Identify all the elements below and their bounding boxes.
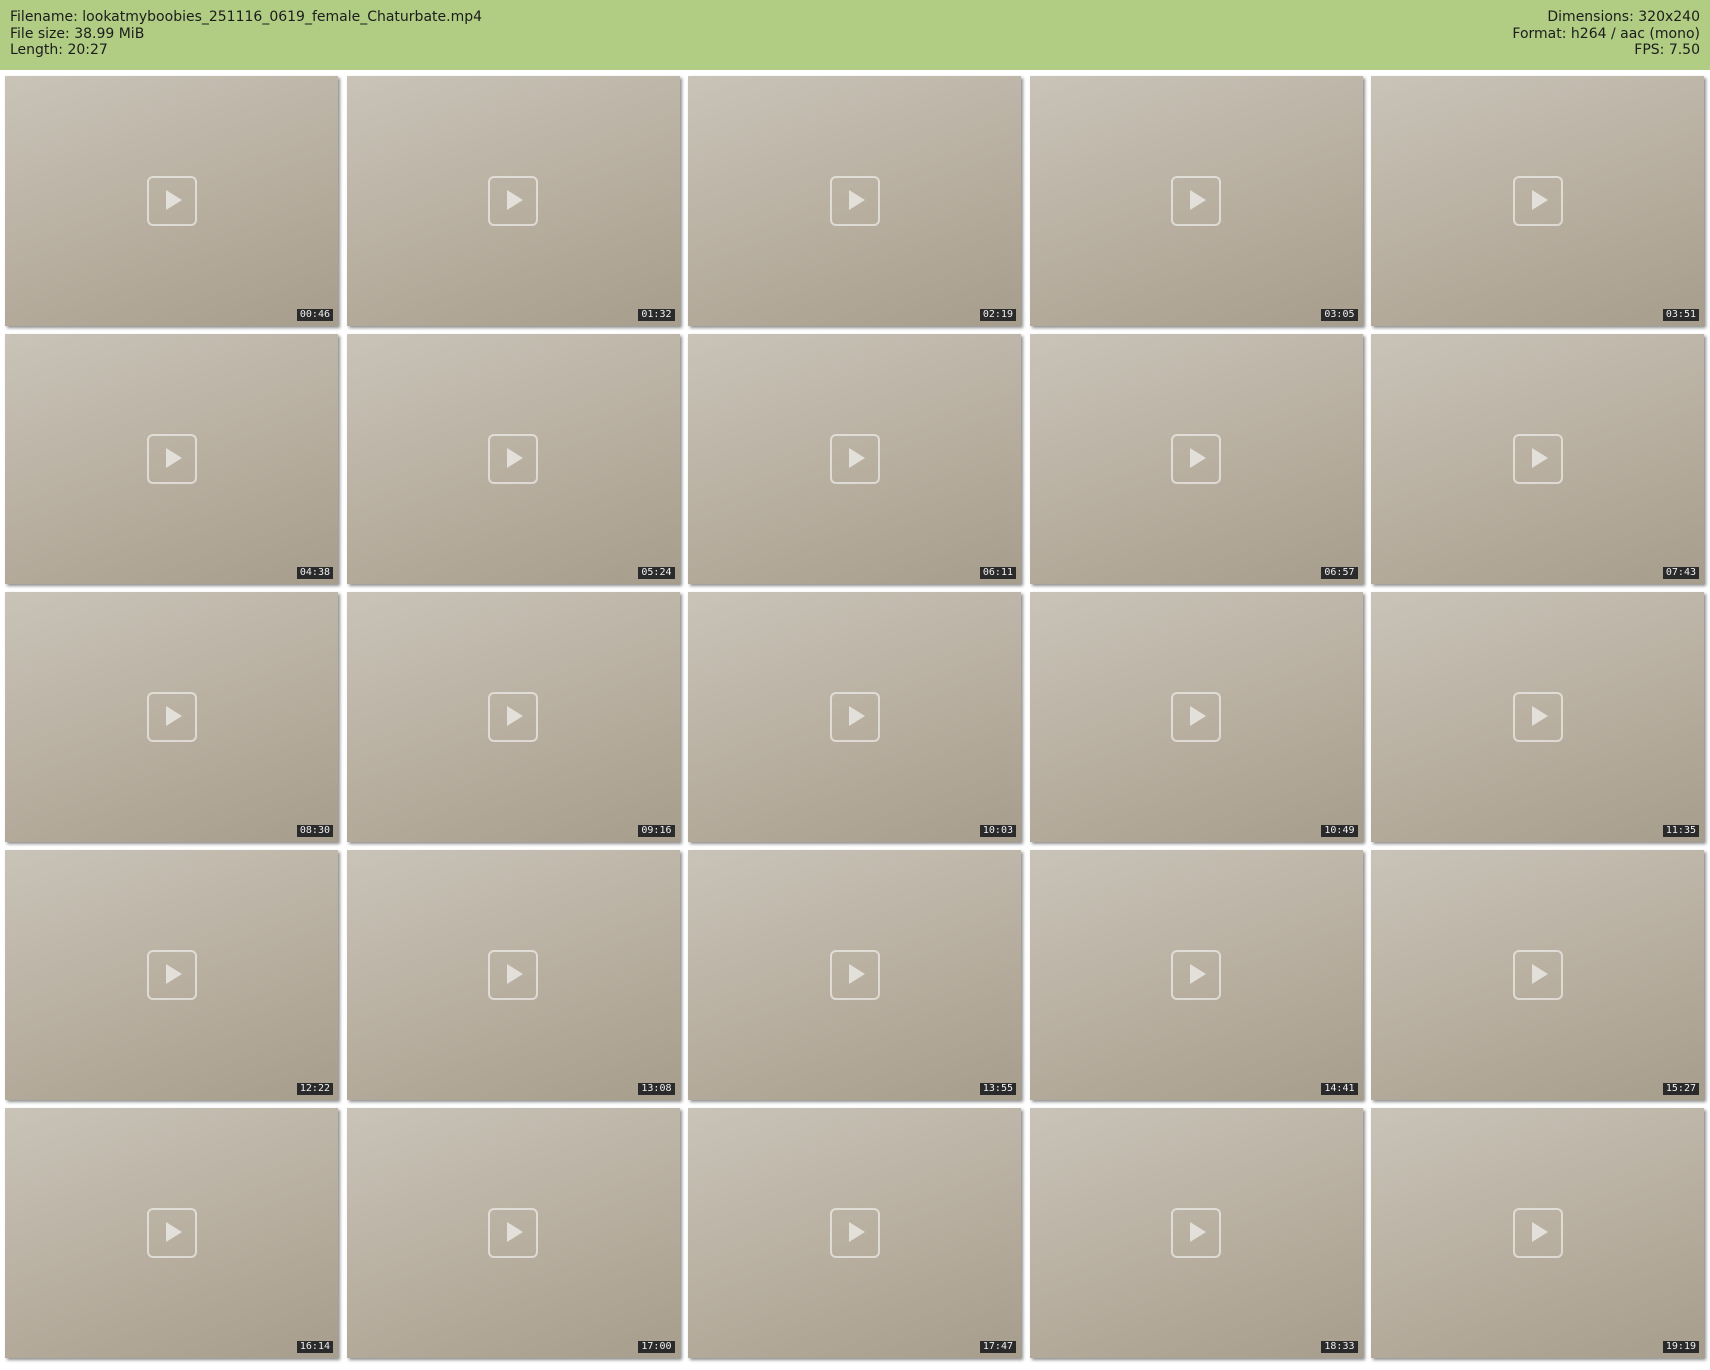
video-frame-icon: [1512, 1208, 1563, 1258]
frame-thumbnail[interactable]: 02:19: [688, 76, 1021, 326]
video-frame-icon: [488, 1208, 538, 1258]
frame-timestamp: 11:35: [1662, 825, 1699, 837]
frame-thumbnail[interactable]: 14:41: [1029, 850, 1363, 1100]
video-frame-icon: [488, 434, 538, 484]
video-frame-icon: [829, 176, 880, 226]
video-frame-icon: [488, 176, 538, 226]
frame-timestamp: 05:24: [638, 567, 675, 579]
video-frame-icon: [829, 1208, 880, 1258]
frame-timestamp: 03:05: [1321, 309, 1358, 321]
frame-timestamp: 03:51: [1662, 309, 1699, 321]
video-frame-icon: [1171, 1208, 1221, 1258]
frame-timestamp: 10:03: [979, 825, 1016, 837]
frame-timestamp: 16:14: [296, 1341, 333, 1353]
video-frame-icon: [1512, 692, 1563, 742]
frame-thumbnail[interactable]: 00:46: [5, 76, 338, 326]
frame-thumbnail[interactable]: 08:30: [5, 592, 338, 842]
frame-timestamp: 17:00: [638, 1341, 675, 1353]
video-frame-icon: [1171, 950, 1221, 1000]
video-frame-icon: [146, 692, 197, 742]
frame-thumbnail[interactable]: 03:05: [1029, 76, 1363, 326]
video-frame-icon: [829, 950, 880, 1000]
frame-timestamp: 10:49: [1321, 825, 1358, 837]
frame-timestamp: 08:30: [296, 825, 333, 837]
frame-thumbnail[interactable]: 03:51: [1371, 76, 1704, 326]
frame-thumbnail[interactable]: 16:14: [5, 1108, 338, 1358]
video-frame-icon: [1512, 176, 1563, 226]
video-frame-icon: [146, 1208, 197, 1258]
frame-thumbnail[interactable]: 17:00: [346, 1108, 680, 1358]
video-frame-icon: [829, 434, 880, 484]
frame-timestamp: 06:11: [979, 567, 1016, 579]
frame-thumbnail[interactable]: 10:03: [688, 592, 1021, 842]
video-frame-icon: [829, 692, 880, 742]
frame-thumbnail[interactable]: 01:32: [346, 76, 680, 326]
frame-timestamp: 13:55: [979, 1083, 1016, 1095]
frame-thumbnail[interactable]: 07:43: [1371, 334, 1704, 584]
frame-thumbnail[interactable]: 05:24: [346, 334, 680, 584]
video-frame-icon: [1171, 692, 1221, 742]
metadata-right: Dimensions: 320x240 Format: h264 / aac (…: [1512, 9, 1700, 59]
filesize-text: File size: 38.99 MiB: [10, 25, 145, 42]
video-frame-icon: [146, 176, 197, 226]
frame-thumbnail[interactable]: 13:08: [346, 850, 680, 1100]
frame-timestamp: 02:19: [979, 309, 1016, 321]
frame-timestamp: 19:19: [1662, 1341, 1699, 1353]
format-text: Format: h264 / aac (mono): [1512, 25, 1700, 42]
video-frame-icon: [146, 434, 197, 484]
frame-thumbnail[interactable]: 13:55: [688, 850, 1021, 1100]
video-frame-icon: [146, 950, 197, 1000]
frame-timestamp: 14:41: [1321, 1083, 1358, 1095]
frame-thumbnail[interactable]: 12:22: [5, 850, 338, 1100]
frame-thumbnail[interactable]: 18:33: [1029, 1108, 1363, 1358]
video-frame-icon: [488, 692, 538, 742]
length-text: Length: 20:27: [10, 42, 108, 58]
frame-thumbnail[interactable]: 15:27: [1371, 850, 1704, 1100]
frame-timestamp: 18:33: [1321, 1341, 1358, 1353]
frame-thumbnail[interactable]: 11:35: [1371, 592, 1704, 842]
frame-thumbnail[interactable]: 09:16: [346, 592, 680, 842]
frame-thumbnail[interactable]: 10:49: [1029, 592, 1363, 842]
frame-thumbnail[interactable]: 06:57: [1029, 334, 1363, 584]
video-frame-icon: [1512, 434, 1563, 484]
filename-text: Filename: lookatmyboobies_251116_0619_fe…: [10, 9, 483, 25]
frame-timestamp: 07:43: [1662, 567, 1699, 579]
frame-timestamp: 13:08: [638, 1083, 675, 1095]
frame-timestamp: 06:57: [1321, 567, 1358, 579]
frame-thumbnail[interactable]: 06:11: [688, 334, 1021, 584]
dimensions-text: Dimensions: 320x240: [1547, 9, 1700, 25]
frame-thumbnail[interactable]: 19:19: [1371, 1108, 1704, 1358]
frame-timestamp: 01:32: [638, 309, 675, 321]
frame-timestamp: 09:16: [638, 825, 675, 837]
video-frame-icon: [488, 950, 538, 1000]
video-frame-icon: [1512, 950, 1563, 1000]
frame-timestamp: 00:46: [296, 309, 333, 321]
frame-thumbnail[interactable]: 17:47: [688, 1108, 1021, 1358]
video-frame-icon: [1171, 176, 1221, 226]
metadata-left: Filename: lookatmyboobies_251116_0619_fe…: [10, 9, 482, 59]
video-frame-icon: [1171, 434, 1221, 484]
frame-timestamp: 17:47: [979, 1341, 1016, 1353]
fps-text: FPS: 7.50: [1634, 42, 1700, 58]
frame-thumbnail[interactable]: 04:38: [5, 334, 338, 584]
frame-timestamp: 04:38: [296, 567, 333, 579]
frame-timestamp: 15:27: [1662, 1083, 1699, 1095]
frame-timestamp: 12:22: [296, 1083, 333, 1095]
metadata-header: Filename: lookatmyboobies_251116_0619_fe…: [0, 0, 1710, 70]
